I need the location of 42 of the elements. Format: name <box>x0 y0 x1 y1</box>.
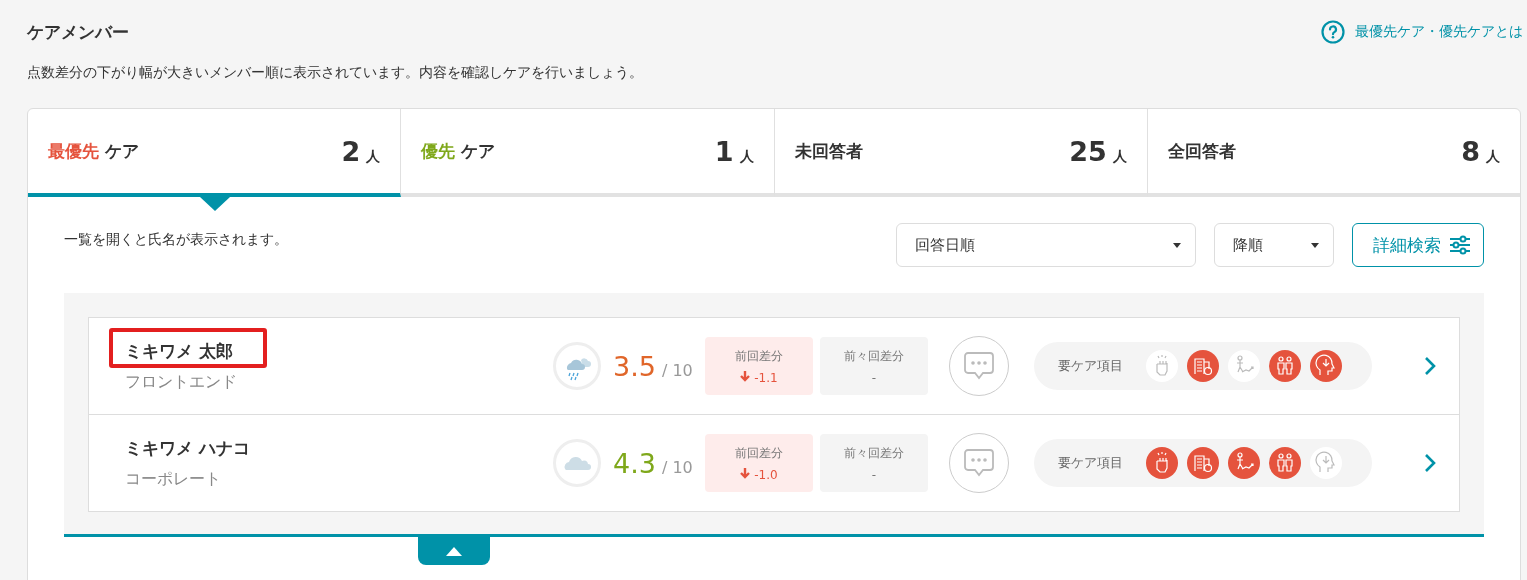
tab-pointer-icon <box>200 197 230 211</box>
chevron-right-icon[interactable] <box>1424 356 1436 376</box>
care-items-label: 要ケア項目 <box>1058 454 1123 472</box>
care-items-label: 要ケア項目 <box>1058 357 1123 375</box>
member-department: コーポレート <box>125 468 222 490</box>
sort-field-dropdown[interactable]: 回答日順 <box>896 223 1196 267</box>
score-value: 3.5 <box>613 350 656 382</box>
down-arrow-icon <box>740 467 751 479</box>
down-arrow-icon <box>740 370 751 382</box>
score-value: 4.3 <box>613 447 656 479</box>
diff-value: -1.1 <box>754 370 778 385</box>
previous-diff-box: 前回差分 -1.0 <box>705 434 813 492</box>
advanced-search-button[interactable]: 詳細検索 <box>1352 223 1484 267</box>
prior-diff-box: 前々回差分 - <box>820 337 928 395</box>
rain-cloud-icon <box>553 342 601 390</box>
help-icon <box>1321 20 1345 44</box>
sort-order-dropdown[interactable]: 降順 <box>1214 223 1334 267</box>
chevron-right-icon[interactable] <box>1424 453 1436 473</box>
tab[interactable]: 最優先 ケア 2 人 <box>28 109 402 197</box>
speech-bubble-icon <box>963 351 995 381</box>
score-max: / 10 <box>661 457 693 477</box>
tab[interactable]: 全回答者 8 人 <box>1147 109 1520 197</box>
score-max: / 10 <box>661 360 693 380</box>
member-row[interactable]: ミキワメ ハナコ コーポレート 4.3 / 10 前回差分 -1.0 前々回差分 - 要ケア項目 <box>89 415 1459 511</box>
collapse-button[interactable] <box>418 537 490 565</box>
help-link[interactable]: 最優先ケア・優先ケアとは <box>1321 20 1523 44</box>
list-note: 一覧を開くと氏名が表示されます。 <box>64 231 289 249</box>
member-row[interactable]: ミキワメ 太郎 フロントエンド 3.5 / 10 前回差分 -1.1 前々回差分 - 要ケア項目 <box>89 318 1459 415</box>
sliders-icon <box>1449 235 1471 255</box>
section-title: ケアメンバー <box>27 20 129 44</box>
tab[interactable]: 優先 ケア 1 人 <box>401 109 775 197</box>
description-text: 点数差分の下がり幅が大きいメンバー順に表示されています。内容を確認しケアを行いましょう。 <box>27 64 644 82</box>
member-name: ミキワメ ハナコ <box>125 436 251 460</box>
member-department: フロントエンド <box>125 371 238 393</box>
speech-bubble-icon <box>963 448 995 478</box>
prior-diff-box: 前々回差分 - <box>820 434 928 492</box>
diff-value: -1.0 <box>754 467 778 482</box>
cloud-icon <box>553 439 601 487</box>
tab[interactable]: 未回答者 25 人 <box>774 109 1148 197</box>
triangle-up-icon <box>446 546 462 556</box>
member-name: ミキワメ 太郎 <box>125 339 234 363</box>
previous-diff-box: 前回差分 -1.1 <box>705 337 813 395</box>
